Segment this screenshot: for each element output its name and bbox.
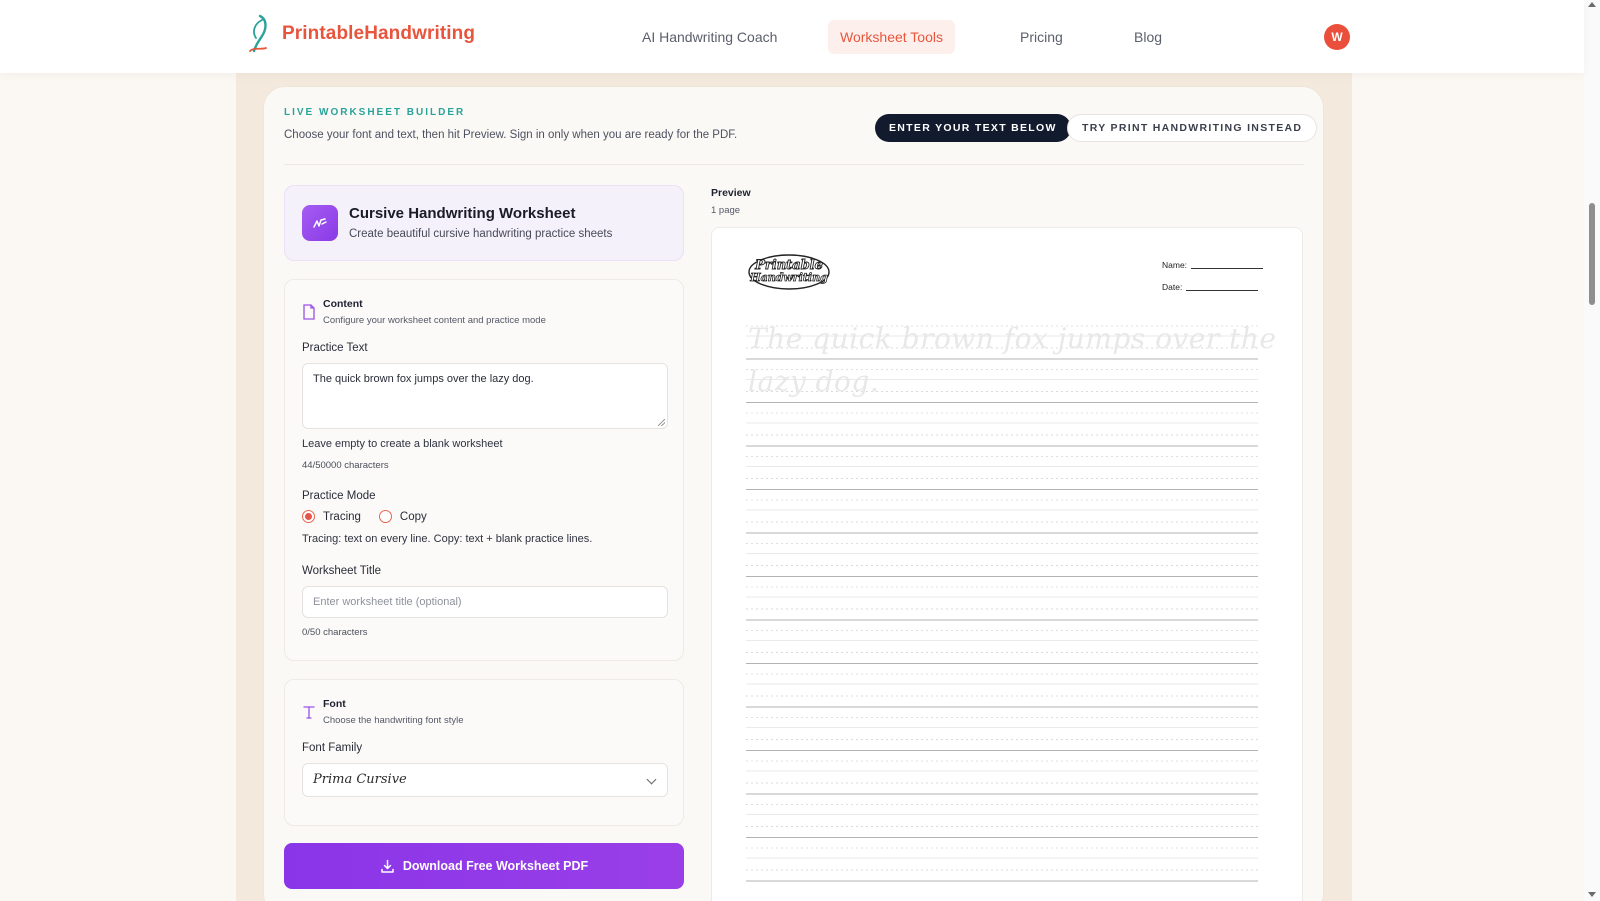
nav-worksheet-tools[interactable]: Worksheet Tools [828,20,955,54]
brand-name: PrintableHandwriting [282,23,476,44]
download-icon [381,859,394,873]
header-divider [284,164,1304,165]
font-family-label: Font Family [302,742,363,754]
content-section-title: Content [323,298,363,310]
content-section-subtitle: Configure your worksheet content and pra… [323,315,546,326]
enter-text-button[interactable]: ENTER YOUR TEXT BELOW [875,114,1071,142]
copy-label[interactable]: Copy [400,511,427,523]
download-worksheet-button[interactable]: Download Free Worksheet PDF [284,843,684,889]
practice-mode-label: Practice Mode [302,490,376,502]
practice-text-label: Practice Text [302,342,368,354]
font-section-title: Font [323,698,346,710]
font-family-value: Prima Cursive [313,772,407,787]
worksheet-type-card: Cursive Handwriting Worksheet Create bea… [284,185,684,261]
tracing-text-line-2: lazy dog. [748,365,880,398]
download-label: Download Free Worksheet PDF [402,859,589,873]
content-panel: Content Configure your worksheet content… [284,279,684,661]
builder-subtitle: Choose your font and text, then hit Prev… [284,129,738,141]
chevron-down-icon [646,774,657,785]
builder-eyebrow: LIVE WORKSHEET BUILDER [284,107,466,118]
practice-text-value: The quick brown fox jumps over the lazy … [313,373,534,385]
preview-page-count: 1 page [711,205,741,216]
blank-worksheet-hint: Leave empty to create a blank worksheet [302,438,503,450]
font-family-select[interactable]: Prima Cursive [302,763,668,797]
worksheet-title-label: Worksheet Title [302,565,382,577]
resize-grip-icon[interactable] [658,419,665,426]
tracing-label[interactable]: Tracing [323,511,361,523]
font-panel: Font Choose the handwriting font style F… [284,679,684,826]
cursive-pen-icon [302,205,338,241]
worksheet-subtitle: Create beautiful cursive handwriting pra… [349,228,613,240]
font-section-subtitle: Choose the handwriting font style [323,715,464,726]
top-navigation-bar: PrintableHandwriting AI Handwriting Coac… [0,0,1584,73]
practice-text-char-count: 44/50000 characters [302,460,389,471]
copy-radio[interactable] [378,510,392,523]
worksheet-builder-card: LIVE WORKSHEET BUILDER Choose your font … [263,86,1324,901]
quill-logo-icon [249,14,267,53]
user-avatar[interactable]: W [1324,24,1350,50]
try-print-handwriting-button[interactable]: TRY PRINT HANDWRITING INSTEAD [1067,114,1318,142]
preview-label: Preview [711,187,751,199]
nav-blog[interactable]: Blog [1122,20,1174,54]
practice-mode-options: Tracing Copy [302,510,427,523]
worksheet-title: Cursive Handwriting Worksheet [349,205,576,222]
worksheet-title-char-count: 0/50 characters [302,627,368,638]
document-icon [303,304,315,320]
tracing-radio[interactable] [302,510,315,523]
text-type-icon [303,706,315,719]
nav-pricing[interactable]: Pricing [1008,20,1075,54]
scroll-thumb[interactable] [1589,203,1595,305]
tracing-text-line-1: The quick brown fox jumps over the [748,322,1277,355]
scroll-up-arrow-icon[interactable] [1588,2,1596,7]
brand-link[interactable]: PrintableHandwriting [246,14,475,54]
practice-mode-hint: Tracing: text on every line. Copy: text … [302,533,593,545]
worksheet-title-input[interactable]: Enter worksheet title (optional) [302,586,668,618]
practice-text-area[interactable]: The quick brown fox jumps over the lazy … [302,363,668,429]
worksheet-preview-sheet: Printable Handwriting Name: Date: The qu… [711,227,1303,901]
nav-ai-handwriting-coach[interactable]: AI Handwriting Coach [630,20,789,54]
page-scrollbar[interactable] [1584,0,1600,901]
scroll-down-arrow-icon[interactable] [1588,892,1596,897]
